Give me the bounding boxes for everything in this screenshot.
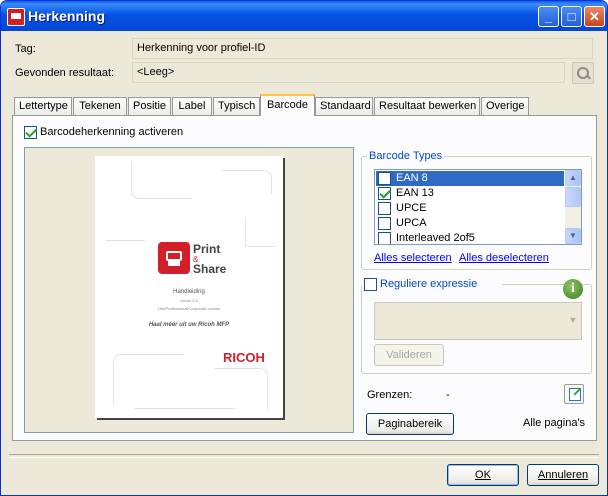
result-label: Gevonden resultaat: — [15, 67, 115, 79]
list-item-checkbox[interactable] — [378, 187, 391, 200]
edit-icon — [569, 388, 581, 401]
doc-title: Handleiding — [173, 289, 205, 295]
page-range-value: Alle pagina's — [523, 417, 586, 429]
edit-bounds-button[interactable] — [564, 384, 584, 404]
scroll-up-icon[interactable]: ▲ — [565, 170, 581, 186]
chevron-down-icon: ▼ — [568, 315, 578, 325]
regex-input: ▼ — [374, 302, 582, 340]
maximize-button[interactable]: □ — [561, 6, 582, 27]
preview-page: Print & Share Handleiding versie 2.0 Lit… — [95, 156, 283, 418]
dialog-window: Herkenning _ □ ✕ Tag: Herkenning voor pr… — [0, 0, 608, 496]
tab-resultaat-bewerken[interactable]: Resultaat bewerken — [374, 97, 480, 115]
brand-line3: Share — [193, 262, 227, 276]
list-item-checkbox[interactable] — [378, 217, 391, 230]
tag-field: Herkenning voor profiel-ID — [132, 38, 593, 59]
doc-tagline: Haal méér uit uw Ricoh MFP — [148, 322, 230, 328]
list-item[interactable]: Interleaved 2of5 — [376, 231, 564, 244]
window-title: Herkenning — [28, 8, 106, 24]
list-item[interactable]: UPCA — [376, 216, 564, 231]
ricoh-logo: RICOH — [223, 350, 265, 365]
select-all-link[interactable]: Alles selecteren — [374, 252, 452, 264]
validate-button: Valideren — [374, 344, 444, 366]
maximize-icon: □ — [567, 9, 576, 24]
tab-lettertype[interactable]: Lettertype — [14, 97, 72, 115]
list-item[interactable]: EAN 13 — [376, 186, 564, 201]
regex-label: Reguliere expressie — [380, 278, 478, 290]
close-icon: ✕ — [589, 9, 600, 24]
scroll-down-icon[interactable]: ▼ — [565, 228, 581, 244]
document-preview: Print & Share Handleiding versie 2.0 Lit… — [24, 147, 354, 433]
list-item[interactable]: UPCE — [376, 201, 564, 216]
ok-button[interactable]: OK — [447, 464, 519, 486]
regex-checkbox[interactable] — [364, 278, 377, 291]
doc-editions: Lite/Professional/Corporate versies — [157, 306, 221, 311]
minimize-icon: _ — [544, 9, 553, 24]
bounds-value: - — [446, 389, 450, 401]
close-button[interactable]: ✕ — [584, 6, 605, 27]
barcode-enable-checkbox[interactable] — [24, 126, 37, 139]
list-item-checkbox[interactable] — [378, 172, 391, 185]
cancel-button[interactable]: Annuleren — [527, 464, 599, 486]
doc-version: versie 2.0 — [180, 298, 198, 303]
tab-typisch[interactable]: Typisch — [213, 97, 260, 115]
bounds-label: Grenzen: — [367, 389, 413, 401]
scroll-thumb[interactable] — [565, 187, 581, 207]
info-icon[interactable]: i — [563, 279, 583, 299]
tab-barcode[interactable]: Barcode — [260, 94, 315, 116]
minimize-button[interactable]: _ — [538, 6, 559, 27]
brand-line1: Print — [193, 242, 221, 256]
list-scrollbar[interactable]: ▲ ▼ — [565, 170, 581, 244]
tag-label: Tag: — [15, 43, 36, 55]
barcode-types-list[interactable]: EAN 8 EAN 13 UPCE UPCA Interleaved 2of5 … — [374, 169, 582, 245]
title-bar[interactable]: Herkenning _ □ ✕ — [1, 1, 607, 31]
print-share-logo-icon — [158, 242, 190, 274]
tab-tekenen[interactable]: Tekenen — [73, 97, 127, 115]
list-item-checkbox[interactable] — [378, 232, 391, 244]
tab-label[interactable]: Label — [172, 97, 212, 115]
tab-positie[interactable]: Positie — [128, 97, 171, 115]
tab-overige[interactable]: Overige — [481, 97, 529, 115]
result-field: <Leeg> — [132, 62, 565, 83]
list-item-checkbox[interactable] — [378, 202, 391, 215]
barcode-types-title: Barcode Types — [367, 150, 445, 162]
app-icon — [7, 8, 25, 26]
separator — [9, 454, 599, 458]
deselect-all-link[interactable]: Alles deselecteren — [459, 252, 549, 264]
barcode-enable-label: Barcodeherkenning activeren — [40, 126, 184, 138]
page-range-button[interactable]: Paginabereik — [366, 413, 454, 435]
find-result-button[interactable] — [572, 62, 594, 84]
tab-standaard[interactable]: Standaard — [315, 97, 373, 115]
list-item[interactable]: EAN 8 — [376, 171, 564, 186]
